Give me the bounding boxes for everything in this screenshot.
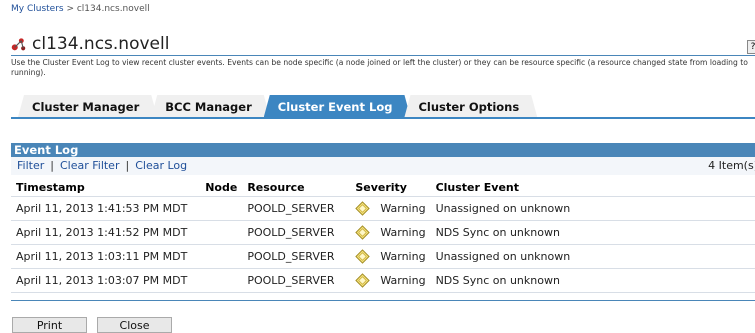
tab-cluster-manager[interactable]: Cluster Manager	[18, 95, 157, 117]
cell-cluster-event: Unassigned on unknown	[430, 196, 755, 221]
event-log-heading: Event Log	[11, 143, 755, 157]
cell-node	[192, 244, 243, 269]
print-button[interactable]: Print	[12, 317, 87, 333]
close-button[interactable]: Close	[97, 317, 172, 333]
cell-cluster-event: NDS Sync on unknown	[430, 220, 755, 245]
warning-diamond-icon	[355, 201, 371, 216]
filter-link[interactable]: Filter	[17, 159, 44, 172]
bottom-divider	[11, 300, 755, 301]
severity-label: Warning	[380, 250, 426, 263]
warning-diamond-icon	[355, 249, 371, 264]
severity-label: Warning	[380, 274, 426, 287]
cell-severity: Warning	[350, 220, 431, 245]
column-header-node[interactable]: Node	[192, 178, 242, 197]
tab-cluster-event-log[interactable]: Cluster Event Log	[264, 95, 411, 117]
cell-cluster-event: Unassigned on unknown	[430, 244, 755, 269]
table-row[interactable]: April 11, 2013 1:03:07 PM MDT POOLD_SERVE…	[11, 268, 755, 293]
cell-severity: Warning	[350, 196, 431, 221]
cell-resource: POOLD_SERVER	[242, 220, 351, 245]
clear-log-link[interactable]: Clear Log	[135, 159, 187, 172]
cell-resource: POOLD_SERVER	[242, 244, 351, 269]
cell-node	[192, 220, 243, 245]
help-button[interactable]: ?	[747, 40, 755, 54]
warning-diamond-icon	[355, 273, 371, 288]
cell-timestamp: April 11, 2013 1:41:52 PM MDT	[11, 220, 193, 245]
toolbar-separator: |	[50, 159, 54, 172]
tab-bcc-manager[interactable]: BCC Manager	[151, 95, 270, 117]
item-count: 4 Item(s)	[708, 159, 755, 172]
page-title-row: cl134.ncs.novell	[11, 34, 169, 54]
tab-border	[11, 117, 755, 119]
breadcrumb: My Clusters > cl134.ncs.novell	[11, 4, 150, 14]
cluster-icon	[11, 37, 26, 50]
tab-bar: Cluster Manager BCC Manager Cluster Even…	[18, 95, 531, 117]
page-description: Use the Cluster Event Log to view recent…	[11, 58, 748, 77]
table-row[interactable]: April 11, 2013 1:03:11 PM MDT POOLD_SERVE…	[11, 244, 755, 269]
page-title: cl134.ncs.novell	[32, 34, 170, 54]
column-header-cluster-event[interactable]: Cluster Event	[431, 178, 755, 197]
cell-timestamp: April 11, 2013 1:03:07 PM MDT	[11, 268, 193, 293]
event-log-table: Timestamp Node Resource Severity Cluster…	[11, 178, 755, 293]
column-header-resource[interactable]: Resource	[242, 178, 350, 197]
severity-label: Warning	[380, 226, 426, 239]
title-divider	[11, 55, 755, 56]
cell-severity: Warning	[350, 268, 431, 293]
cell-node	[192, 268, 243, 293]
breadcrumb-current: cl134.ncs.novell	[76, 4, 150, 14]
breadcrumb-my-clusters-link[interactable]: My Clusters	[11, 4, 64, 14]
table-row[interactable]: April 11, 2013 1:41:53 PM MDT POOLD_SERVE…	[11, 196, 755, 221]
cell-resource: POOLD_SERVER	[242, 268, 351, 293]
tab-cluster-options[interactable]: Cluster Options	[404, 95, 537, 117]
column-header-severity[interactable]: Severity	[350, 178, 430, 197]
severity-label: Warning	[380, 202, 426, 215]
cell-node	[192, 196, 243, 221]
toolbar-separator: |	[125, 159, 130, 172]
event-log-toolbar: Filter | Clear Filter | Clear Log 4 Item(s)	[11, 157, 755, 175]
cell-cluster-event: NDS Sync on unknown	[430, 268, 755, 293]
clear-filter-link[interactable]: Clear Filter	[60, 159, 120, 172]
cell-severity: Warning	[350, 244, 431, 269]
table-header-row: Timestamp Node Resource Severity Cluster…	[11, 178, 755, 197]
warning-diamond-icon	[355, 225, 371, 240]
cell-resource: POOLD_SERVER	[242, 196, 351, 221]
table-row[interactable]: April 11, 2013 1:41:52 PM MDT POOLD_SERVE…	[11, 220, 755, 245]
column-header-timestamp[interactable]: Timestamp	[11, 178, 192, 197]
breadcrumb-separator: >	[63, 4, 77, 14]
cell-timestamp: April 11, 2013 1:03:11 PM MDT	[11, 244, 193, 269]
cell-timestamp: April 11, 2013 1:41:53 PM MDT	[11, 196, 193, 221]
